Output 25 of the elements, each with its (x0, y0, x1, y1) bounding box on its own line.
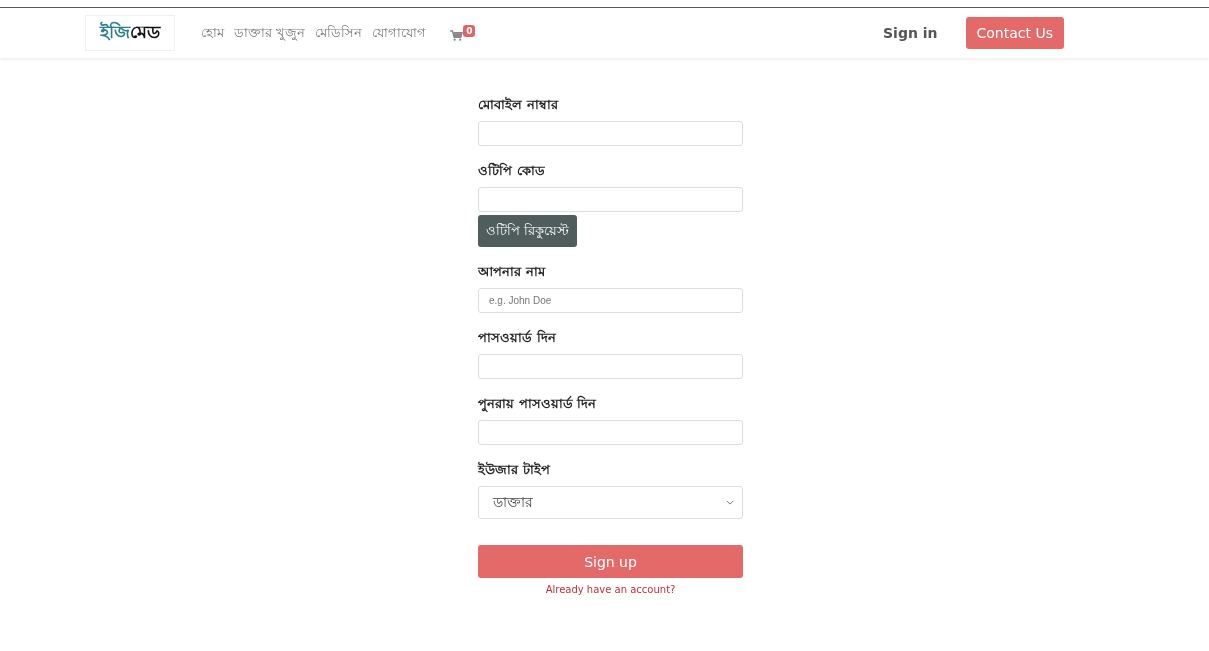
input-field[interactable] (478, 354, 743, 379)
sign-in-link[interactable]: Sign in (883, 25, 938, 41)
nav-link[interactable]: মেডিসিন (315, 22, 363, 44)
field-label: পুনরায় পাসওয়ার্ড দিন (478, 395, 598, 413)
input-field[interactable]: e.g. John Doe (478, 288, 743, 313)
login-link[interactable]: Already have an account? (545, 584, 676, 595)
nav-link[interactable]: হোম (201, 22, 224, 44)
user-type-select[interactable]: ডাক্তার (478, 486, 743, 519)
field-label: আপনার নাম (478, 263, 547, 281)
input-field[interactable] (478, 121, 743, 146)
input-field[interactable] (478, 187, 743, 212)
input-field[interactable] (478, 420, 743, 445)
otp-request-button[interactable]: ওটিপি রিকুয়েস্ট (478, 215, 578, 247)
chevron-down-icon (726, 500, 734, 505)
sign-up-button[interactable]: Sign up (478, 545, 743, 578)
field-label: মোবাইল নাম্বার (478, 96, 560, 114)
field-label: ওটিপি কোড (478, 162, 546, 180)
contact-us-button[interactable]: Contact Us (965, 17, 1064, 49)
nav-link[interactable]: ডাক্তার খুজুন (234, 22, 306, 44)
field-label: ইউজার টাইপ (478, 461, 552, 479)
cart-icon[interactable] (450, 30, 464, 41)
cart-count-badge: 0 (463, 25, 476, 37)
nav-link[interactable]: যোগাযোগ (372, 22, 427, 44)
logo[interactable]: ইজিমেড (85, 15, 175, 51)
field-label: পাসওয়ার্ড দিন (478, 329, 557, 347)
